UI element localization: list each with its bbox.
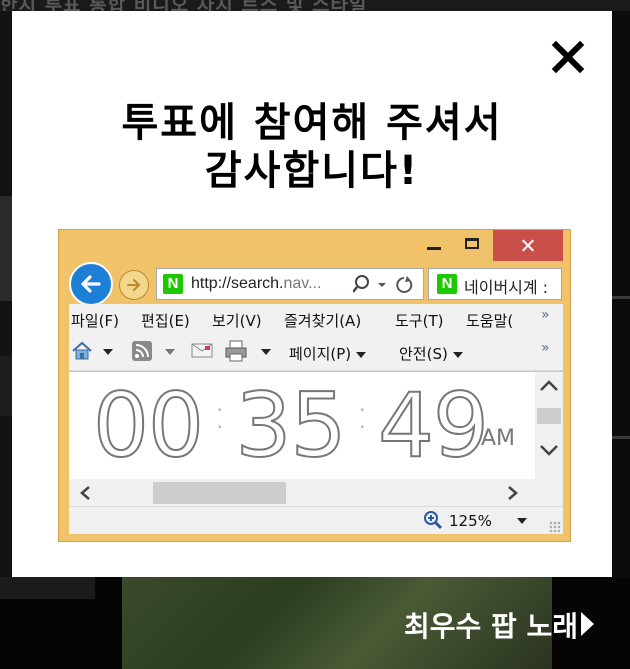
horizontal-scroll-thumb [153, 482, 286, 504]
mail-icon [191, 343, 213, 358]
address-bar-icons [353, 275, 413, 293]
address-text: http://search.nav... [191, 275, 322, 292]
zoom-icon [424, 511, 443, 530]
menu-edit: 편집(E) [141, 312, 190, 330]
play-arrow-icon [581, 612, 594, 636]
background-left-edge [0, 11, 12, 577]
maximize-icon [465, 238, 479, 249]
menu-view: 보기(V) [212, 312, 262, 330]
modal-title-line2: 감사합니다! [204, 148, 420, 194]
clock-seconds: 49 [377, 373, 490, 478]
background-left-block [0, 356, 12, 416]
clock-display: 00:35:49 AM [69, 372, 535, 479]
vertical-scroll-thumb [537, 408, 561, 424]
clock-separator: : [212, 392, 227, 438]
browser-screenshot: N http://search.nav... N 네이버시계 : 파일(F) 편… [58, 229, 571, 542]
chevron-down-icon [517, 518, 527, 524]
address-bar: N http://search.nav... [156, 268, 424, 300]
chevron-down-icon [261, 349, 271, 355]
chevron-left-icon [80, 486, 90, 500]
window-close-icon [493, 230, 563, 261]
naver-logo-icon: N [437, 274, 457, 294]
modal-title-line1: 투표에 참여해 주셔서 [121, 100, 503, 146]
background-left-block [0, 196, 12, 301]
background-top-strip: 한지 투표 통합 비디오 차지 트스 및 스타일 [0, 0, 630, 11]
thank-you-modal: 투표에 참여해 주셔서 감사합니다! N http://search.nav..… [12, 11, 612, 577]
zoom-level: 125% [449, 512, 492, 530]
modal-title: 투표에 참여해 주셔서 감사합니다! [12, 99, 612, 195]
chevron-down-icon [356, 351, 367, 358]
background-bottom: 최우수 팝 노래 [0, 577, 630, 669]
chevron-up-icon [540, 380, 558, 391]
background-top-text: 한지 투표 통합 비디오 차지 트스 및 스타일 [0, 0, 368, 11]
menu-help: 도움말( [466, 312, 514, 330]
clock-time: 00:35:49 [92, 373, 490, 478]
menu-favorites: 즐겨찾기(A) [284, 312, 362, 330]
safety-menu: 안전(S) [399, 343, 463, 364]
back-arrow-icon [69, 262, 113, 306]
clock-hours: 00 [92, 373, 205, 478]
status-bar: 125% [69, 506, 563, 534]
clock-minutes: 35 [234, 373, 347, 478]
menu-file: 파일(F) [71, 312, 119, 330]
background-panel [0, 577, 95, 599]
rss-feed-icon [132, 341, 152, 361]
tab-label: 네이버시계 : [464, 278, 549, 297]
background-caption: 최우수 팝 노래 [403, 610, 578, 643]
command-more-icon: » [541, 340, 550, 356]
minimize-icon [427, 247, 441, 250]
background-caption-link[interactable]: 최우수 팝 노래 [370, 577, 630, 669]
home-icon [72, 341, 92, 360]
close-icon[interactable] [550, 39, 586, 75]
page-menu: 페이지(P) [289, 343, 367, 364]
chevron-down-icon [540, 445, 558, 456]
command-bar: 페이지(P) 안전(S) » [69, 334, 563, 371]
menu-bar: 파일(F) 편집(E) 보기(V) 즐겨찾기(A) 도구(T) 도움말( » [69, 304, 563, 334]
chevron-right-icon [508, 486, 518, 500]
background-divider [612, 296, 630, 299]
horizontal-scrollbar [69, 479, 535, 506]
chevron-down-icon [452, 351, 463, 358]
chevron-down-icon [103, 349, 113, 355]
clock-ampm: AM [481, 426, 516, 451]
browser-tab: N 네이버시계 : [428, 268, 562, 300]
forward-arrow-icon [119, 270, 149, 300]
menu-more-icon: » [541, 307, 550, 323]
background-right-edge [612, 11, 630, 577]
chevron-down-icon [165, 349, 175, 355]
naver-logo-icon: N [163, 274, 183, 294]
resize-grip-icon [549, 521, 561, 533]
clock-separator: : [355, 392, 369, 438]
scrollbar-corner [535, 479, 563, 506]
print-icon [225, 340, 247, 362]
menu-tools: 도구(T) [395, 312, 444, 330]
vertical-scrollbar [535, 372, 563, 479]
background-divider [612, 436, 630, 439]
